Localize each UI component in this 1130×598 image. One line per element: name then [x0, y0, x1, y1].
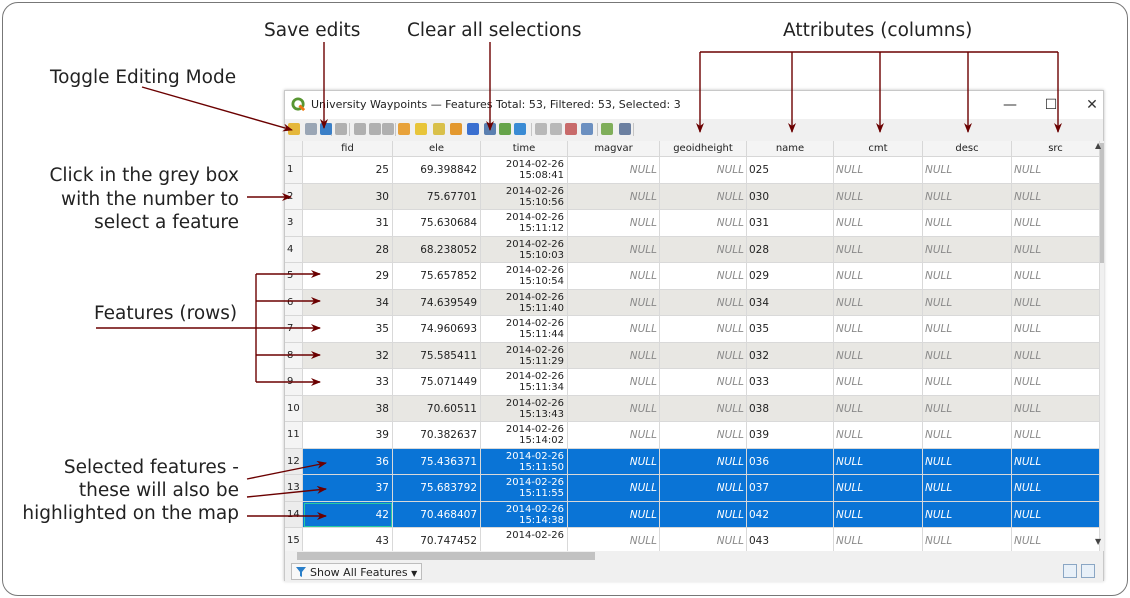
arrow-toggle-editing — [141, 86, 293, 132]
annotation-arrows — [96, 42, 1062, 520]
